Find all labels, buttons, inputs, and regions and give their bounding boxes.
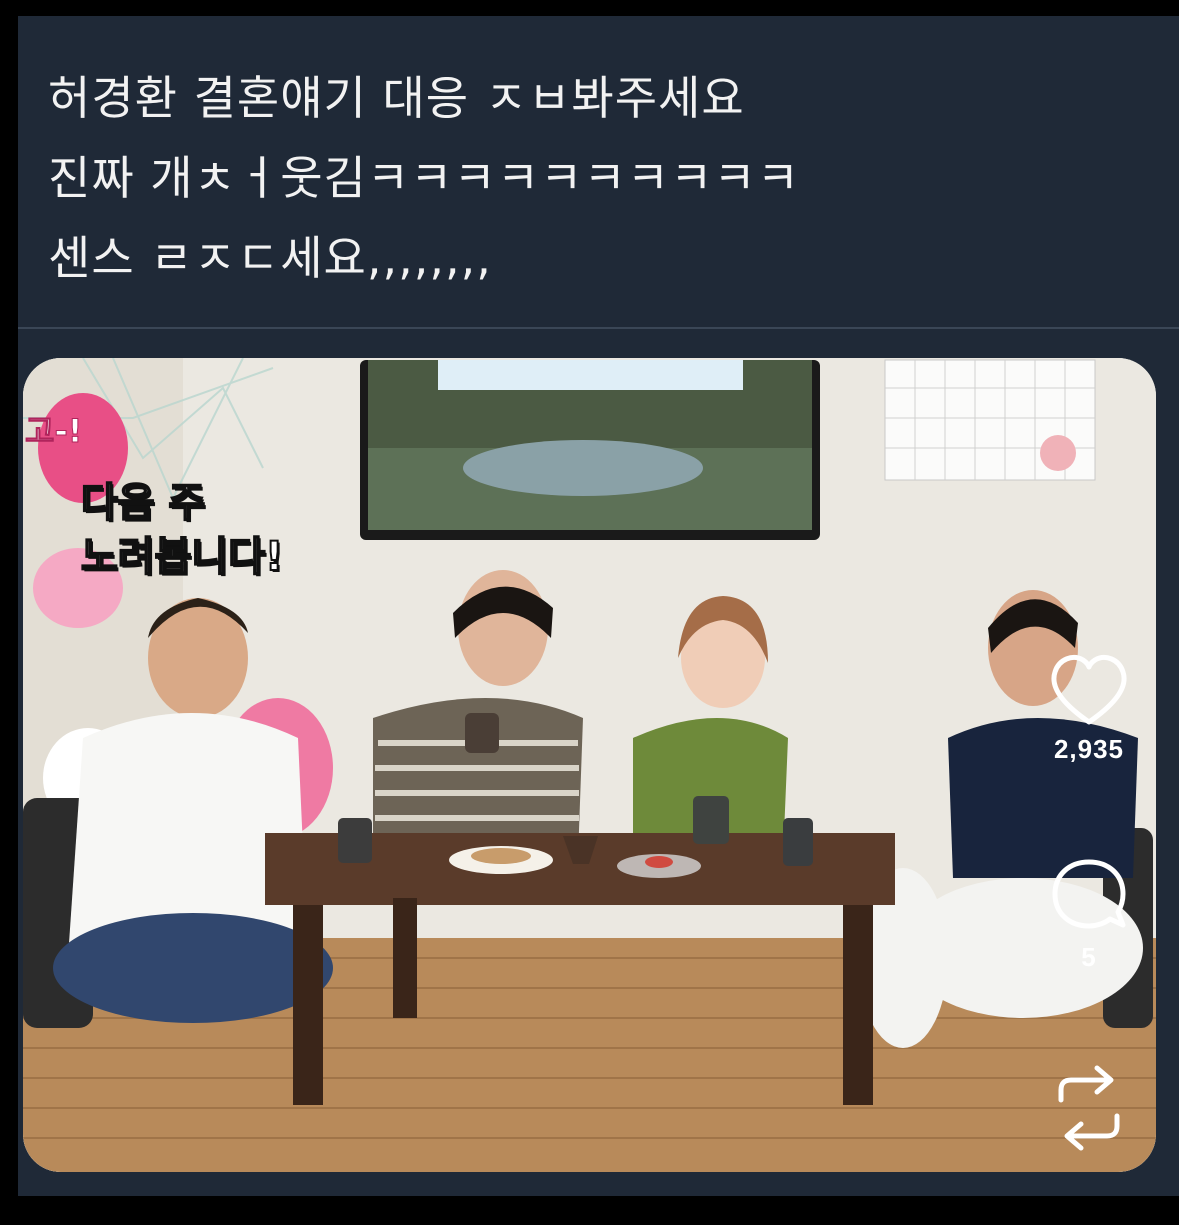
bottom-bar [0, 1196, 1179, 1224]
post-line: 허경환 결혼얘기 대응 ㅈㅂ봐주세요 [48, 71, 745, 125]
post-video[interactable]: 다음 주 노려봅니다! 고-! [23, 358, 1156, 1172]
comment-bubble-icon [1034, 852, 1144, 936]
post-card: 허경환 결혼얘기 대응 ㅈㅂ봐주세요 진짜 개ㅊㅓ웃김ㅋㅋㅋㅋㅋㅋㅋㅋㅋㅋ 센스… [18, 16, 1179, 1224]
post-line: 센스 ㄹㅈㄷ세요,,,,,,,, [48, 231, 492, 285]
repost-icon [1034, 1060, 1144, 1156]
caption-line: 다음 주 [80, 479, 206, 527]
post-line: 진짜 개ㅊㅓ웃김ㅋㅋㅋㅋㅋㅋㅋㅋㅋㅋ [48, 151, 801, 205]
comment-button[interactable]: 5 [1034, 852, 1144, 973]
video-caption: 다음 주 노려봅니다! [80, 476, 284, 584]
like-button[interactable]: 2,935 [1034, 650, 1144, 765]
like-count: 2,935 [1053, 734, 1125, 764]
action-buttons: 2,935 5 42 [1034, 650, 1144, 1224]
divider [18, 327, 1179, 329]
post-text: 허경환 결혼얘기 대응 ㅈㅂ봐주세요 진짜 개ㅊㅓ웃김ㅋㅋㅋㅋㅋㅋㅋㅋㅋㅋ 센스… [48, 58, 1148, 298]
caption-line: 노려봅니다! [80, 533, 284, 581]
heart-icon [1034, 650, 1144, 728]
top-bar [0, 0, 1179, 16]
comment-count: 5 [1081, 942, 1097, 972]
sticker-text: 고-! [24, 412, 83, 451]
